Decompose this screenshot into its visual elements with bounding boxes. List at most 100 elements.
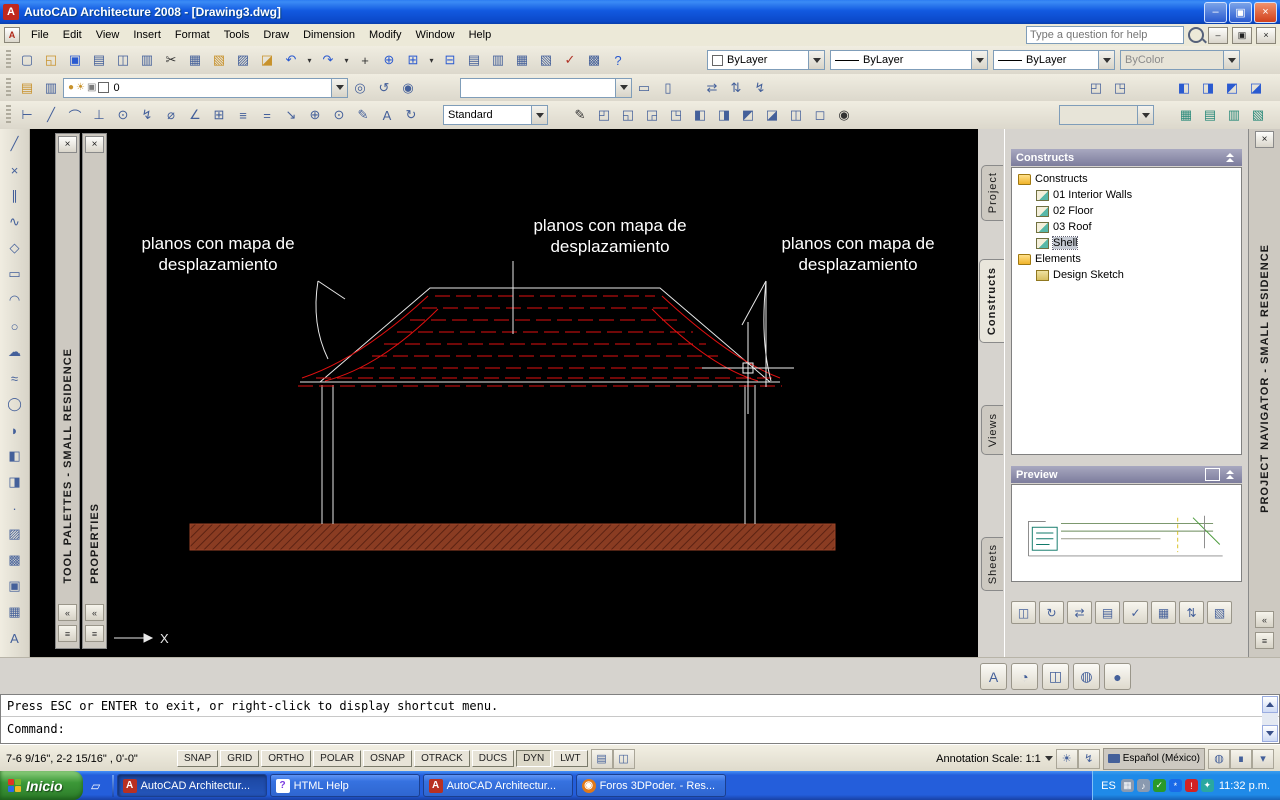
layout-icon-2[interactable]: ◨ — [1196, 76, 1220, 100]
show-desktop-icon[interactable]: ▱ — [87, 777, 105, 795]
start-button[interactable]: Inicio — [0, 771, 83, 800]
dock-icon[interactable]: « — [58, 604, 77, 621]
insert-block-icon[interactable]: ◧ — [2, 443, 28, 469]
status-toggle[interactable]: POLAR — [313, 750, 362, 767]
tray-alert-icon[interactable]: ! — [1184, 779, 1198, 792]
sync-icon[interactable]: ⇅ — [724, 76, 748, 100]
view-prev-icon[interactable]: ◰ — [1084, 76, 1108, 100]
undo-arrow-icon[interactable]: ▾ — [303, 48, 316, 72]
command-line-window[interactable]: Press ESC or ENTER to exit, or right-cli… — [0, 694, 1280, 744]
workspace-icon-2[interactable]: ▤ — [1198, 103, 1222, 127]
view-nwiso-icon[interactable]: ◻ — [808, 103, 832, 127]
table-icon[interactable]: ▦ — [2, 599, 28, 625]
menu-item[interactable]: Format — [168, 26, 217, 44]
chevron-down-icon[interactable] — [531, 106, 547, 124]
view-bottom-icon[interactable]: ◱ — [616, 103, 640, 127]
gradient-icon[interactable]: ▩ — [2, 547, 28, 573]
comm-center-icon[interactable]: ◍ — [1208, 748, 1230, 769]
status-toggle[interactable]: OSNAP — [363, 750, 413, 767]
center-mark-icon[interactable]: ⊙ — [327, 103, 351, 127]
layer-isolate-icon[interactable]: ◉ — [396, 76, 420, 100]
navigator-tab[interactable]: Project — [981, 165, 1003, 221]
plot-icon[interactable]: ▤ — [87, 48, 111, 72]
camera-icon[interactable]: ◉ — [832, 103, 856, 127]
status-toggle[interactable]: DUCS — [471, 750, 515, 767]
plot-preview-icon[interactable]: ◫ — [111, 48, 135, 72]
arc-length-icon[interactable]: ⌒ — [63, 103, 87, 127]
menu-item[interactable]: View — [89, 26, 127, 44]
view-back-icon[interactable]: ◨ — [712, 103, 736, 127]
save-icon[interactable]: ▣ — [63, 48, 87, 72]
sheetset-icon[interactable]: ▧ — [534, 48, 558, 72]
sphere-icon[interactable]: ◔ — [1011, 663, 1038, 690]
workspace-icon-3[interactable]: ▥ — [1222, 103, 1246, 127]
zoom-arrow-icon[interactable]: ▾ — [425, 48, 438, 72]
status-toggle[interactable]: ORTHO — [261, 750, 312, 767]
zoom-previous-icon[interactable]: ⊟ — [438, 48, 462, 72]
status-toggle[interactable]: SNAP — [177, 750, 219, 767]
quickcalc-icon[interactable]: ▩ — [582, 48, 606, 72]
match-properties-icon[interactable]: ▨ — [231, 48, 255, 72]
layer-combo[interactable]: ● ☀ ▣ 0 — [63, 77, 348, 98]
dock-icon[interactable]: « — [85, 604, 104, 621]
redo-icon[interactable]: ↷ — [316, 48, 340, 72]
cut-icon[interactable]: ✂ — [159, 48, 183, 72]
search-icon[interactable] — [1188, 27, 1204, 43]
tray-volume-icon[interactable]: ♪ — [1136, 779, 1150, 792]
baseline-icon[interactable]: ≡ — [231, 103, 255, 127]
annotation-scale-label[interactable]: Annotation Scale: 1:1 — [936, 753, 1041, 765]
scroll-up-icon[interactable] — [1262, 696, 1278, 713]
chevron-down-icon[interactable] — [1098, 51, 1114, 69]
drawing-canvas[interactable]: X planos con mapa de desplazamiento plano… — [30, 129, 978, 657]
close-icon[interactable]: × — [85, 136, 104, 153]
tray-messenger-icon[interactable]: ✦ — [1200, 779, 1214, 792]
properties-icon[interactable]: ▤ — [462, 48, 486, 72]
toolbar-lock-icon[interactable]: ∎ — [1230, 748, 1252, 769]
taskbar-task[interactable]: ? HTML Help — [269, 774, 420, 797]
tool-palettes-strip[interactable]: × TOOL PALETTES - SMALL RESIDENCE « ≡ — [55, 133, 80, 649]
ellipse-arc-icon[interactable]: ◗ — [2, 417, 28, 443]
menu-item[interactable]: Edit — [56, 26, 89, 44]
navigator-tab[interactable]: Constructs — [979, 259, 1004, 343]
view-right-icon[interactable]: ◳ — [664, 103, 688, 127]
rectangle-icon[interactable]: ▭ — [2, 261, 28, 287]
aligned-dimension-icon[interactable]: ╱ — [39, 103, 63, 127]
help-question-input[interactable] — [1026, 26, 1184, 44]
menu-item[interactable]: Insert — [126, 26, 168, 44]
status-toggle[interactable]: DYN — [516, 750, 552, 767]
tree-item[interactable]: Shell — [1012, 235, 1241, 251]
model-space-icon[interactable]: ▤ — [590, 748, 613, 769]
group-icon[interactable]: ▭ — [632, 76, 656, 100]
view-next-icon[interactable]: ◳ — [1108, 76, 1132, 100]
properties-strip[interactable]: × PROPERTIES « ≡ — [82, 133, 107, 649]
undo-icon[interactable]: ↶ — [279, 48, 303, 72]
close-button[interactable]: × — [1254, 1, 1277, 23]
status-toggle[interactable]: OTRACK — [414, 750, 470, 767]
construction-line-icon[interactable]: × — [2, 157, 28, 183]
view-seiso-icon[interactable]: ◪ — [760, 103, 784, 127]
publish-icon[interactable]: ▥ — [135, 48, 159, 72]
language-bar[interactable]: Español (México) — [1102, 747, 1205, 770]
make-object-layer-current-icon[interactable]: ◎ — [348, 76, 372, 100]
chevron-down-icon[interactable] — [615, 78, 631, 97]
multiline-icon[interactable]: ∥ — [2, 183, 28, 209]
restore-button[interactable]: ▣ — [1229, 1, 1252, 23]
tree-item[interactable]: Elements — [1012, 251, 1241, 267]
status-menu-icon[interactable]: ▾ — [1252, 748, 1274, 769]
chevron-down-icon[interactable] — [971, 51, 987, 69]
palette-menu-icon[interactable]: ≡ — [85, 625, 104, 642]
taskbar-task[interactable]: A AutoCAD Architectur... — [422, 774, 573, 797]
dim-edit-icon[interactable]: ✎ — [351, 103, 375, 127]
color-combo[interactable]: ByLayer — [707, 50, 825, 70]
menu-item[interactable]: Dimension — [296, 26, 362, 44]
close-icon[interactable]: × — [58, 136, 77, 153]
table-icon[interactable]: ▦ — [1151, 601, 1176, 624]
chevron-down-icon[interactable] — [808, 51, 824, 69]
qnew-icon[interactable]: ▢ — [15, 48, 39, 72]
lineweight-combo[interactable]: ByLayer — [993, 50, 1115, 70]
layout-icon-3[interactable]: ◩ — [1220, 76, 1244, 100]
point-icon[interactable]: · — [2, 495, 28, 521]
workspace-icon-4[interactable]: ▧ — [1246, 103, 1270, 127]
command-prompt[interactable]: Command: — [1, 717, 1279, 741]
workspace-icon-1[interactable]: ▦ — [1174, 103, 1198, 127]
